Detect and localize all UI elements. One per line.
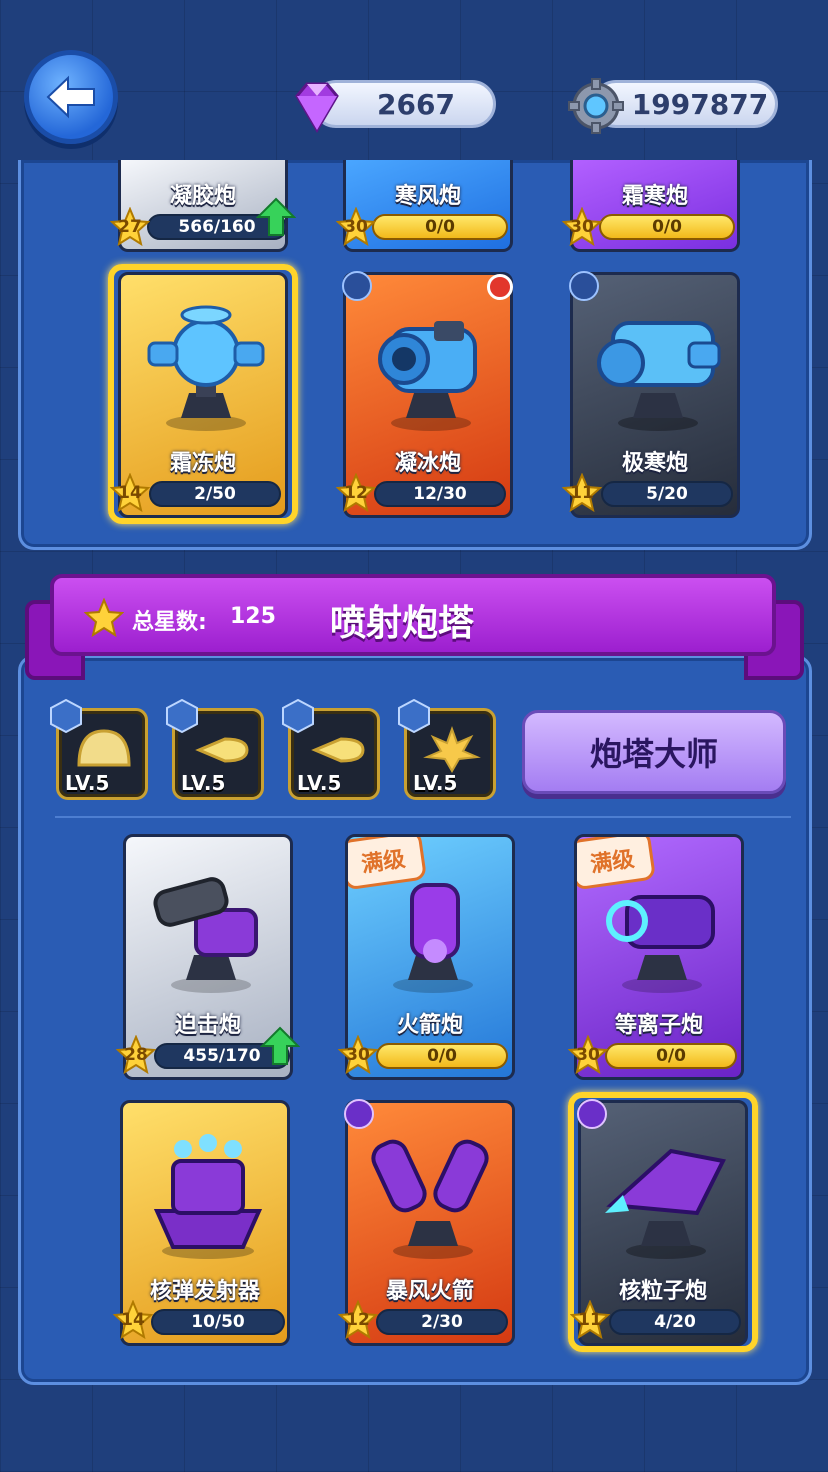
upgrade-arrow-icon xyxy=(256,197,296,236)
level-star-badge: 14 xyxy=(110,473,150,513)
tower-progress: 0/0 xyxy=(376,1043,508,1069)
total-stars-value: 125 xyxy=(230,604,276,629)
section-title: 喷射炮塔 xyxy=(330,603,475,644)
section-banner: 总星数: 125 喷射炮塔 xyxy=(50,574,776,656)
level-star-badge: 30 xyxy=(568,1035,608,1075)
level-star-badge: 11 xyxy=(562,473,602,513)
tower-progress: 0/0 xyxy=(372,214,508,240)
skill-slot-explosion[interactable]: LV.5 xyxy=(398,699,496,800)
purple-gem-icon xyxy=(295,82,339,133)
crosshair-icon xyxy=(344,1099,374,1129)
storm-rocket-art xyxy=(371,1139,489,1259)
level-star-badge: 14 xyxy=(113,1300,153,1340)
mortar-art xyxy=(153,877,258,993)
star-icon xyxy=(84,598,124,638)
skill-slot-bullet-1[interactable]: LV.5 xyxy=(166,699,264,800)
notification-dot xyxy=(487,274,513,300)
level-star-badge: 30 xyxy=(562,207,602,247)
gem-count: 2667 xyxy=(377,87,455,121)
level-star-badge: 27 xyxy=(110,207,150,247)
level-star-badge: 30 xyxy=(338,1035,378,1075)
bullet-icon xyxy=(195,737,249,763)
skill-slot-bullet-2[interactable]: LV.5 xyxy=(282,699,380,800)
top-bar: 2667 1997877 xyxy=(0,0,828,178)
level-star-badge: 28 xyxy=(116,1035,156,1075)
extreme-cold-cannon-art xyxy=(597,321,721,431)
level-star-badge: 11 xyxy=(570,1300,610,1340)
level-star-badge: 12 xyxy=(336,473,376,513)
tower-progress: 5/20 xyxy=(601,481,733,507)
tower-progress: 4/20 xyxy=(609,1309,741,1335)
bullet-icon xyxy=(311,737,365,763)
back-button[interactable] xyxy=(24,50,118,144)
tower-progress: 10/50 xyxy=(151,1309,285,1335)
crosshair-icon xyxy=(577,1099,607,1129)
tower-name: 寒风炮 xyxy=(394,184,461,209)
level-star-badge: 30 xyxy=(336,207,376,247)
tower-progress: 0/0 xyxy=(599,214,735,240)
total-stars-label: 总星数: xyxy=(132,610,207,635)
tower-master-button[interactable]: 炮塔大师 xyxy=(522,710,786,794)
frost-cannon-art xyxy=(147,305,265,431)
tower-progress: 2/50 xyxy=(149,481,281,507)
explosion-icon xyxy=(423,726,481,773)
nuke-launcher-art xyxy=(153,1134,263,1259)
gear-count: 1997877 xyxy=(631,87,769,121)
upgrade-arrow-icon xyxy=(260,1026,300,1065)
back-arrow-icon xyxy=(46,75,95,119)
snowflake-icon xyxy=(342,271,372,301)
dome-icon xyxy=(77,729,131,767)
tower-progress: 2/30 xyxy=(376,1309,508,1335)
skill-slot-dome[interactable]: LV.5 xyxy=(50,699,148,800)
tower-name: 霜寒炮 xyxy=(621,184,688,209)
snowflake-icon xyxy=(569,271,599,301)
level-star-badge: 12 xyxy=(338,1300,378,1340)
ice-cannon-art xyxy=(378,321,477,431)
tower-progress: 0/0 xyxy=(605,1043,737,1069)
gear-icon xyxy=(568,78,624,134)
nuclear-particle-cannon-art xyxy=(605,1148,726,1259)
tower-progress: 12/30 xyxy=(374,481,506,507)
divider xyxy=(55,816,791,818)
